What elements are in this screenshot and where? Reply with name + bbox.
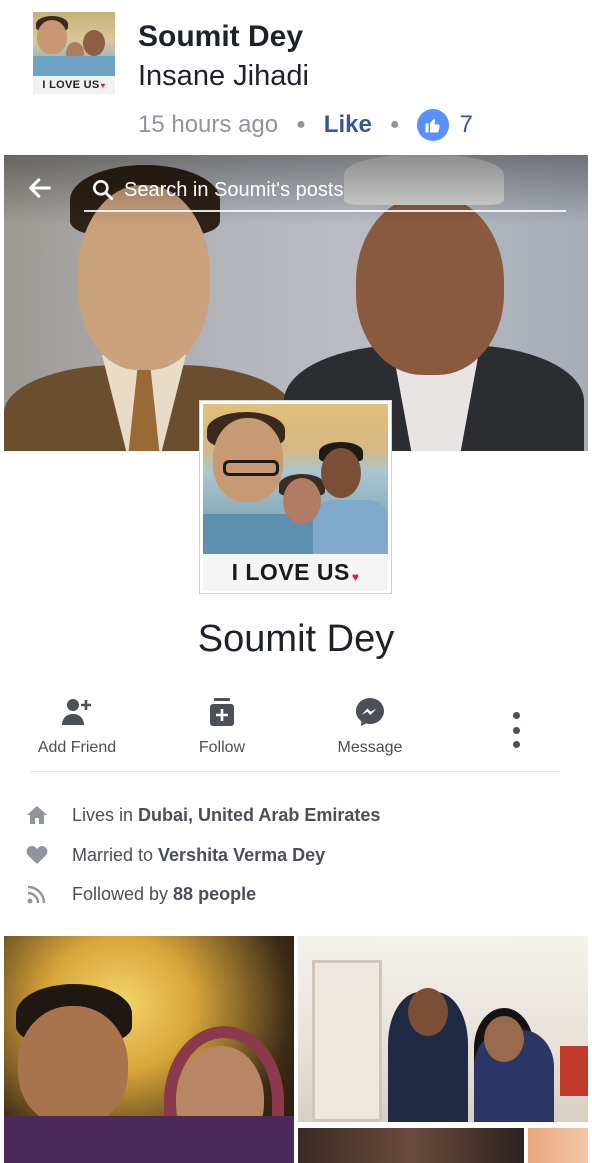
lives-in-value[interactable]: Dubai, United Arab Emirates [138,805,380,826]
add-friend-button[interactable]: Add Friend [34,695,120,765]
like-count[interactable]: 7 [459,111,472,139]
profile-page: I LOVE US ♥ Soumit Dey Insane Jihadi 15 h… [0,0,592,1163]
photo-thumbnail[interactable] [4,936,294,1163]
profile-picture[interactable]: I LOVE US ♥ [199,400,392,594]
back-arrow-icon[interactable] [22,170,58,206]
add-friend-label: Add Friend [37,739,117,756]
photo-thumbnail[interactable] [298,1128,524,1163]
message-button[interactable]: Message [328,695,412,765]
add-friend-icon [60,695,94,729]
comment-author-avatar[interactable]: I LOVE US ♥ [33,12,115,94]
intro-married-to[interactable]: Married to Vershita Verma Dey [26,841,325,869]
follow-button[interactable]: Follow [190,695,254,765]
comment-timestamp: 15 hours ago [138,111,279,138]
comment-author-name[interactable]: Soumit Dey [138,20,303,54]
home-icon [26,804,48,826]
married-to-value[interactable]: Vershita Verma Dey [158,845,325,866]
separator-dot: ● [296,116,306,133]
photo-thumbnail[interactable] [528,1128,588,1163]
search-icon [93,180,114,201]
followed-by-value[interactable]: 88 people [173,884,256,905]
thumbs-up-icon[interactable] [417,109,450,141]
heart-icon [26,844,48,866]
profile-picture-caption: I LOVE US ♥ [203,554,388,591]
message-label: Message [337,739,403,756]
intro-lives-in[interactable]: Lives in Dubai, United Arab Emirates [26,801,380,829]
profile-name: Soumit Dey [197,618,395,660]
search-placeholder: Search in Soumit's posts [124,178,344,201]
avatar-caption: I LOVE US ♥ [33,76,115,94]
photo-thumbnail[interactable] [298,936,588,1122]
follow-label: Follow [198,739,246,756]
divider [30,771,560,772]
intro-followed-by[interactable]: Followed by 88 people [26,880,256,908]
rss-icon [26,883,48,905]
messenger-icon [353,695,387,729]
follow-icon [205,695,239,729]
more-icon[interactable] [502,712,530,748]
profile-search-input[interactable]: Search in Soumit's posts [84,170,566,212]
comment-meta: 15 hours ago ● Like ● 7 [138,108,473,142]
comment-text: Insane Jihadi [138,60,309,92]
separator-dot: ● [389,116,400,133]
like-link[interactable]: Like [324,111,372,139]
